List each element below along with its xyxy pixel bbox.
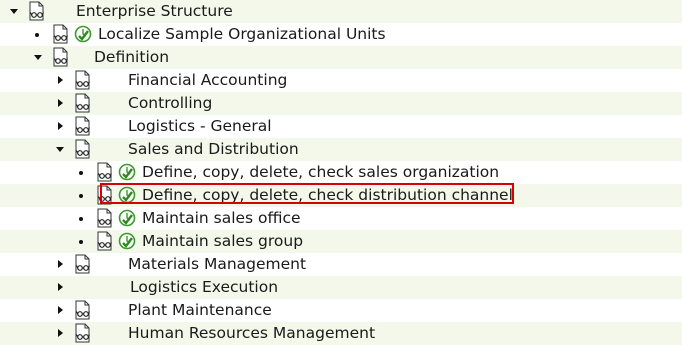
tree-row-sales-distribution[interactable]: Sales and Distribution [0, 138, 682, 161]
document-glasses-icon [72, 322, 94, 345]
tree-row-maintain-sales-group[interactable]: Maintain sales group [0, 230, 682, 253]
tree-node-label[interactable]: Localize Sample Organizational Units [98, 23, 386, 46]
expand-toggle-icon[interactable] [8, 0, 22, 23]
tree-node-label[interactable]: Controlling [128, 92, 212, 115]
tree-node-label[interactable]: Materials Management [128, 253, 306, 276]
tree-node-label[interactable]: Define, copy, delete, check sales organi… [142, 161, 499, 184]
tree-row-enterprise-structure[interactable]: Enterprise Structure [0, 0, 682, 23]
document-glasses-icon[interactable] [94, 207, 116, 230]
tree-node-label[interactable]: Logistics Execution [130, 276, 278, 299]
expand-toggle-icon[interactable] [32, 46, 46, 69]
expand-toggle-icon[interactable] [54, 138, 68, 161]
tree-row-definition[interactable]: Definition [0, 46, 682, 69]
tree-row-logistics-execution[interactable]: Logistics Execution [0, 276, 682, 299]
img-tree: Enterprise Structure Localize Sample Org… [0, 0, 682, 345]
leaf-bullet-icon [76, 161, 90, 184]
tree-row-materials-management[interactable]: Materials Management [0, 253, 682, 276]
tree-node-label[interactable]: Financial Accounting [128, 69, 287, 92]
expand-toggle-icon[interactable] [54, 69, 68, 92]
leaf-bullet-icon [76, 230, 90, 253]
tree-row-define-sales-org[interactable]: Define, copy, delete, check sales organi… [0, 161, 682, 184]
tree-row-hr-management[interactable]: Human Resources Management [0, 322, 682, 345]
execute-clock-check-icon[interactable] [118, 207, 138, 230]
tree-row-plant-maintenance[interactable]: Plant Maintenance [0, 299, 682, 322]
tree-row-maintain-sales-office[interactable]: Maintain sales office [0, 207, 682, 230]
document-glasses-icon [72, 115, 94, 138]
tree-node-label[interactable]: Human Resources Management [128, 322, 375, 345]
tree-row-localize-sample[interactable]: Localize Sample Organizational Units [0, 23, 682, 46]
execute-clock-check-icon[interactable] [118, 161, 138, 184]
tree-node-label[interactable]: Plant Maintenance [128, 299, 272, 322]
expand-toggle-icon[interactable] [54, 276, 68, 299]
expand-toggle-icon[interactable] [54, 92, 68, 115]
tree-node-label[interactable]: Maintain sales office [142, 207, 301, 230]
document-glasses-icon [72, 138, 94, 161]
document-glasses-icon [26, 0, 48, 23]
expand-toggle-icon[interactable] [54, 322, 68, 345]
tree-row-logistics-general[interactable]: Logistics - General [0, 115, 682, 138]
document-glasses-icon[interactable] [94, 230, 116, 253]
highlight-box [100, 183, 514, 204]
expand-toggle-icon[interactable] [54, 253, 68, 276]
document-glasses-icon[interactable] [94, 161, 116, 184]
tree-row-financial-accounting[interactable]: Financial Accounting [0, 69, 682, 92]
leaf-bullet-icon [32, 23, 46, 46]
document-glasses-icon[interactable] [50, 23, 72, 46]
leaf-bullet-icon [76, 184, 90, 207]
tree-node-label[interactable]: Enterprise Structure [76, 0, 233, 23]
tree-node-label[interactable]: Definition [94, 46, 169, 69]
tree-node-label[interactable]: Sales and Distribution [128, 138, 299, 161]
execute-clock-check-icon[interactable] [74, 23, 94, 46]
tree-node-label[interactable]: Maintain sales group [142, 230, 303, 253]
expand-toggle-icon[interactable] [54, 299, 68, 322]
document-glasses-icon [72, 299, 94, 322]
tree-node-label[interactable]: Logistics - General [128, 115, 272, 138]
leaf-bullet-icon [76, 207, 90, 230]
document-glasses-icon [72, 92, 94, 115]
expand-toggle-icon[interactable] [54, 115, 68, 138]
tree-row-controlling[interactable]: Controlling [0, 92, 682, 115]
document-glasses-icon [72, 69, 94, 92]
document-glasses-icon [50, 46, 72, 69]
document-glasses-icon [72, 253, 94, 276]
execute-clock-check-icon[interactable] [118, 230, 138, 253]
